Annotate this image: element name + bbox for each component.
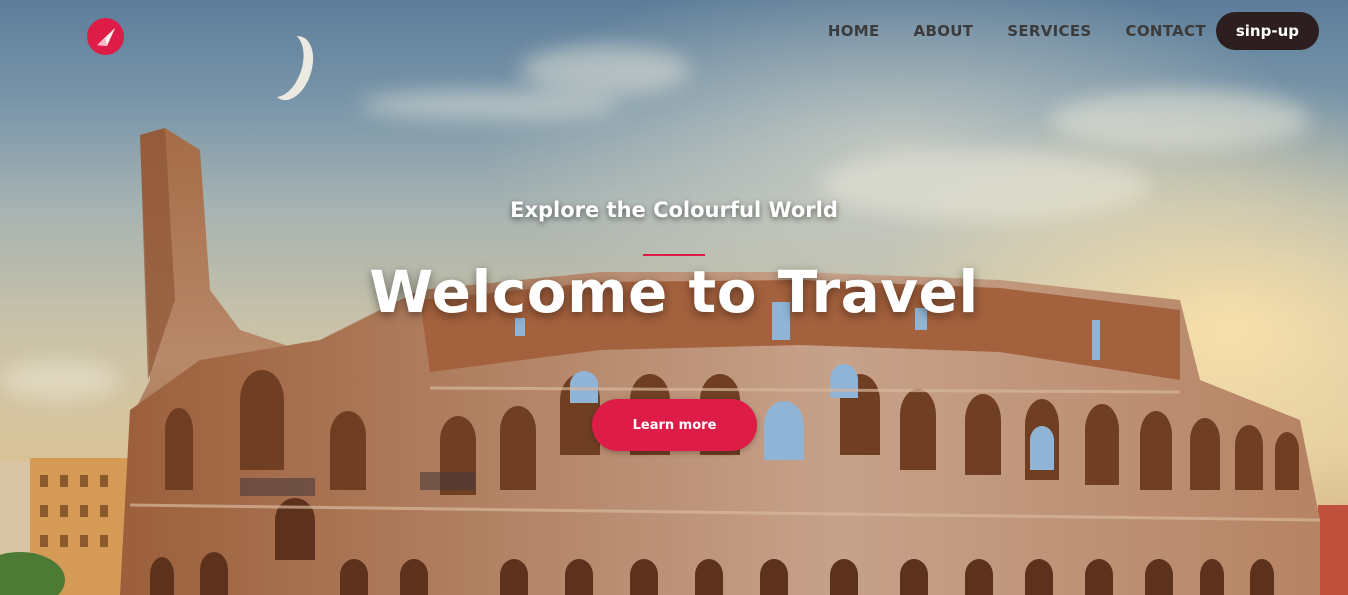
hero-title: Welcome to Travel xyxy=(369,258,979,326)
main-nav: HOME ABOUT SERVICES CONTACT sinp-up xyxy=(794,12,1319,50)
signup-button[interactable]: sinp-up xyxy=(1215,12,1319,50)
logo[interactable] xyxy=(87,18,124,55)
hero-divider xyxy=(643,254,705,256)
nav-about[interactable]: ABOUT xyxy=(914,22,974,40)
nav-contact[interactable]: CONTACT xyxy=(1126,22,1206,40)
nav-services[interactable]: SERVICES xyxy=(1007,22,1091,40)
paper-plane-icon xyxy=(96,27,115,46)
learn-more-button[interactable]: Learn more xyxy=(592,399,757,451)
hero-subtitle: Explore the Colourful World xyxy=(510,198,838,222)
nav-home[interactable]: HOME xyxy=(828,22,880,40)
